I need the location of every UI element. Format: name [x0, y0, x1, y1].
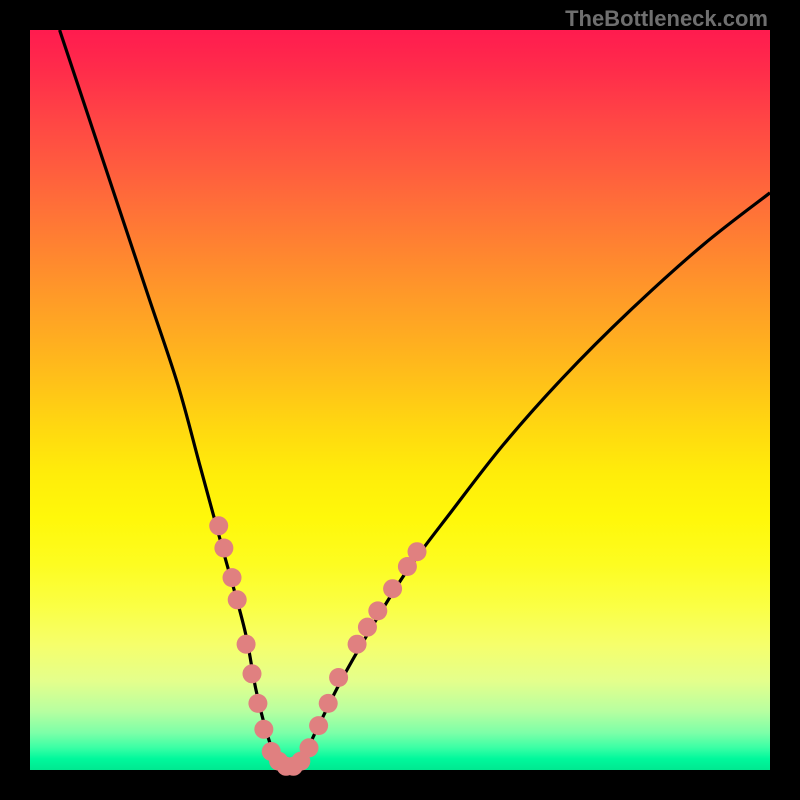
- curve-marker: [319, 694, 338, 713]
- curve-marker: [228, 590, 247, 609]
- curve-marker: [214, 539, 233, 558]
- curve-marker: [243, 664, 262, 683]
- curve-marker: [309, 716, 328, 735]
- curve-marker: [223, 568, 242, 587]
- curve-line: [60, 30, 770, 770]
- curve-markers: [209, 516, 426, 776]
- curve-marker: [348, 635, 367, 654]
- curve-marker: [237, 635, 256, 654]
- curve-marker: [254, 720, 273, 739]
- curve-marker: [408, 542, 427, 561]
- curve-marker: [368, 601, 387, 620]
- curve-marker: [299, 738, 318, 757]
- bottleneck-curve: [30, 30, 770, 770]
- chart-container: TheBottleneck.com: [0, 0, 800, 800]
- curve-marker: [358, 618, 377, 637]
- plot-area: [30, 30, 770, 770]
- curve-marker: [209, 516, 228, 535]
- watermark-text: TheBottleneck.com: [565, 6, 768, 32]
- curve-marker: [329, 668, 348, 687]
- curve-marker: [248, 694, 267, 713]
- curve-marker: [383, 579, 402, 598]
